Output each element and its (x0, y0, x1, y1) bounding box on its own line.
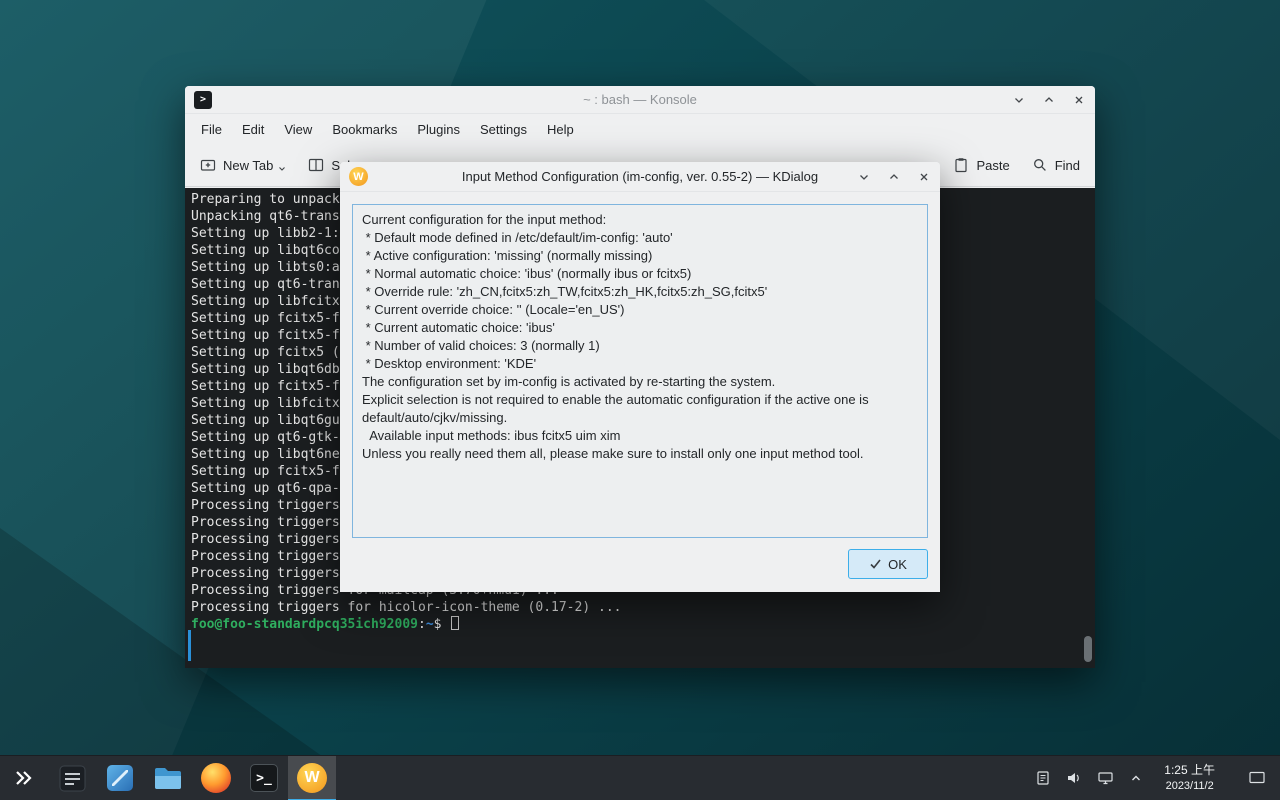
dialog-line: * Current override choice: '' (Locale='e… (362, 301, 918, 319)
terminal-scrollbar[interactable] (1084, 192, 1093, 664)
prompt-path: ~ (426, 617, 434, 632)
application-launcher-button[interactable] (0, 756, 48, 800)
ok-button-label: OK (888, 557, 907, 572)
menu-bookmarks[interactable]: Bookmarks (322, 117, 407, 142)
prompt-separator: : (418, 617, 426, 632)
check-icon (869, 558, 882, 570)
dialog-line: Available input methods: ibus fcitx5 uim… (362, 427, 918, 445)
scrollbar-thumb[interactable] (1084, 636, 1092, 662)
kdialog-body: Current configuration for the input meth… (340, 193, 940, 592)
desktop: > ~ : bash — Konsole File Edit View Book… (0, 0, 1280, 800)
ok-button[interactable]: OK (848, 549, 928, 579)
clock-time: 1:25 上午 (1164, 763, 1215, 779)
discover-icon (106, 764, 134, 792)
close-icon[interactable] (917, 170, 931, 184)
chevron-down-icon (278, 165, 286, 173)
terminal-cursor (451, 616, 459, 630)
new-tab-button[interactable]: New Tab (200, 157, 286, 173)
dialog-line: * Override rule: 'zh_CN,fcitx5:zh_TW,fci… (362, 283, 918, 301)
show-desktop-icon (1248, 770, 1266, 786)
paste-icon (953, 157, 969, 173)
minimize-icon[interactable] (857, 170, 871, 184)
menu-settings[interactable]: Settings (470, 117, 537, 142)
clock[interactable]: 1:25 上午 2023/11/2 (1164, 763, 1215, 793)
dialog-line: * Current automatic choice: 'ibus' (362, 319, 918, 337)
folder-icon (153, 765, 183, 791)
tab-new-icon (200, 157, 216, 173)
clock-date: 2023/11/2 (1164, 779, 1215, 793)
menu-plugins[interactable]: Plugins (407, 117, 470, 142)
new-tab-label: New Tab (223, 158, 273, 173)
expand-tray-icon[interactable] (1129, 771, 1143, 785)
launcher-icon (12, 766, 36, 790)
kdialog-task-icon: W (297, 763, 327, 793)
dialog-line: Current configuration for the input meth… (362, 211, 918, 229)
discover-button[interactable] (96, 756, 144, 800)
menu-help[interactable]: Help (537, 117, 584, 142)
konsole-menubar: File Edit View Bookmarks Plugins Setting… (185, 114, 1095, 144)
system-tray: 1:25 上午 2023/11/2 (1035, 763, 1280, 793)
file-manager-button[interactable] (144, 756, 192, 800)
dialog-line: The configuration set by im-config is ac… (362, 373, 918, 391)
konsole-window-title: ~ : bash — Konsole (583, 92, 697, 107)
paste-button[interactable]: Paste (953, 157, 1009, 173)
konsole-titlebar[interactable]: > ~ : bash — Konsole (185, 86, 1095, 114)
menu-file[interactable]: File (191, 117, 232, 142)
pager-icon (59, 765, 86, 792)
terminal-prompt: foo@foo-standardpcq35ich92009:~$ (191, 616, 1095, 633)
dialog-line: Explicit selection is not required to en… (362, 391, 918, 427)
kdialog-window: W Input Method Configuration (im-config,… (340, 162, 940, 592)
dialog-line: * Number of valid choices: 3 (normally 1… (362, 337, 918, 355)
show-desktop-button[interactable] (1248, 770, 1266, 786)
maximize-icon[interactable] (1042, 93, 1056, 107)
display-icon[interactable] (1097, 770, 1114, 786)
dialog-line: * Active configuration: 'missing' (norma… (362, 247, 918, 265)
taskbar: >_ W 1:25 上午 2023/11/2 (0, 755, 1280, 800)
find-label: Find (1055, 158, 1080, 173)
menu-view[interactable]: View (274, 117, 322, 142)
dialog-line: Unless you really need them all, please … (362, 445, 918, 463)
terminal-line: Processing triggers for hicolor-icon-the… (191, 599, 1095, 616)
find-button[interactable]: Find (1032, 157, 1080, 173)
paste-label: Paste (976, 158, 1009, 173)
terminal-highlight-bar (188, 630, 191, 661)
dialog-line: * Normal automatic choice: 'ibus' (norma… (362, 265, 918, 283)
firefox-icon (201, 763, 231, 793)
notifications-icon[interactable] (1035, 770, 1051, 786)
kdialog-titlebar[interactable]: W Input Method Configuration (im-config,… (340, 162, 940, 192)
im-config-app-icon: W (349, 167, 368, 186)
dialog-line: * Default mode defined in /etc/default/i… (362, 229, 918, 247)
konsole-task-button[interactable]: >_ (240, 756, 288, 800)
dialog-message: Current configuration for the input meth… (352, 204, 928, 538)
kdialog-task-button[interactable]: W (288, 756, 336, 800)
minimize-icon[interactable] (1012, 93, 1026, 107)
kdialog-window-title: Input Method Configuration (im-config, v… (462, 169, 818, 184)
split-view-icon (308, 157, 324, 173)
maximize-icon[interactable] (887, 170, 901, 184)
menu-edit[interactable]: Edit (232, 117, 274, 142)
search-icon (1032, 157, 1048, 173)
konsole-icon: > (194, 91, 212, 109)
pager-button[interactable] (48, 756, 96, 800)
volume-icon[interactable] (1066, 770, 1082, 786)
dialog-line: * Desktop environment: 'KDE' (362, 355, 918, 373)
firefox-button[interactable] (192, 756, 240, 800)
prompt-user-host: foo@foo-standardpcq35ich92009 (191, 617, 418, 632)
close-icon[interactable] (1072, 93, 1086, 107)
konsole-task-icon: >_ (250, 764, 278, 792)
